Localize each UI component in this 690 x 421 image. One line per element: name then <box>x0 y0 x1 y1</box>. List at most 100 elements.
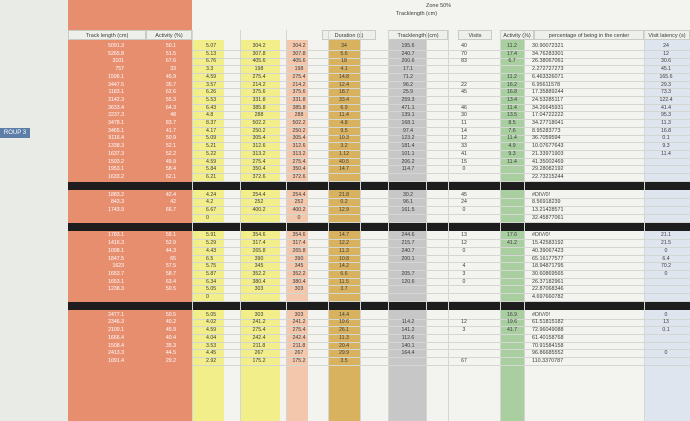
cell-visits[interactable]: 46 <box>452 105 476 111</box>
cell-pct-center[interactable]: 22.87068346 <box>532 286 602 292</box>
cell-c1[interactable]: 4.04 <box>206 335 234 341</box>
cell-duration[interactable]: 14.8 <box>330 74 358 80</box>
cell-c2[interactable]: 241.2 <box>244 319 274 325</box>
cell-c1[interactable]: 8.37 <box>206 120 234 126</box>
cell-visits[interactable]: 12 <box>452 240 476 246</box>
cell-activity[interactable]: 50.9 <box>124 135 176 141</box>
cell-duration[interactable]: 18 <box>330 58 358 64</box>
cell-c3[interactable]: 375.6 <box>286 89 312 95</box>
cell-activity[interactable]: 59.1 <box>124 232 176 238</box>
cell-c1[interactable]: 6.43 <box>206 105 234 111</box>
cell-latency[interactable]: 122.4 <box>648 97 684 103</box>
cell-activity[interactable]: 51.5 <box>124 51 176 57</box>
cell-c1[interactable]: 4.45 <box>206 350 234 356</box>
cell-pct-center[interactable]: 30.60869565 <box>532 271 602 277</box>
cell-c1[interactable]: 5.22 <box>206 151 234 157</box>
cell-c3[interactable]: 214.2 <box>286 82 312 88</box>
cell-activity[interactable]: 65 <box>124 256 176 262</box>
cell-pct-center[interactable]: 17.04722222 <box>532 112 602 118</box>
cell-activity[interactable]: 48 <box>124 112 176 118</box>
cell-visits[interactable]: 83 <box>452 58 476 64</box>
cell-visits[interactable]: 3 <box>452 327 476 333</box>
cell-c3[interactable]: 175.2 <box>286 358 312 364</box>
cell-activity2[interactable]: 9.3 <box>500 151 524 157</box>
cell-zone-track[interactable]: 96.1 <box>390 199 426 205</box>
cell-duration[interactable]: 33.4 <box>330 97 358 103</box>
cell-c2[interactable]: 350.4 <box>244 166 274 172</box>
cell-c2[interactable]: 352.2 <box>244 271 274 277</box>
cell-visits[interactable]: 22 <box>452 82 476 88</box>
cell-visits[interactable]: 45 <box>452 89 476 95</box>
cell-pct-center[interactable]: 61.51815182 <box>532 319 602 325</box>
cell-c3[interactable]: 350.4 <box>286 166 312 172</box>
cell-track-length[interactable]: 1596.1 <box>68 74 124 80</box>
cell-duration[interactable]: 6.9 <box>330 105 358 111</box>
cell-c1[interactable]: 3.53 <box>206 343 234 349</box>
cell-duration[interactable]: 19.6 <box>330 319 358 325</box>
cell-pct-center[interactable]: 30.90072321 <box>532 43 602 49</box>
cell-pct-center[interactable]: 34.26645931 <box>532 105 602 111</box>
cell-activity[interactable]: 50.5 <box>124 286 176 292</box>
header-zone-track[interactable]: Tracklength (cm) <box>388 30 448 40</box>
cell-visits[interactable]: 40 <box>452 43 476 49</box>
cell-c3[interactable]: 252 <box>286 199 312 205</box>
cell-pct-center[interactable]: 18.94871795 <box>532 263 602 269</box>
cell-c2[interactable]: 317.4 <box>244 240 274 246</box>
cell-track-length[interactable]: 1653.1 <box>68 279 124 285</box>
cell-activity[interactable]: 67.6 <box>124 58 176 64</box>
cell-c3[interactable]: 275.4 <box>286 74 312 80</box>
cell-activity2[interactable]: 13.4 <box>500 97 524 103</box>
header-visit-latency[interactable]: Visit latency (s) <box>644 30 690 40</box>
cell-c1[interactable]: 5.84 <box>206 166 234 172</box>
cell-c3[interactable]: 352.2 <box>286 271 312 277</box>
cell-latency[interactable]: 0 <box>648 312 684 318</box>
cell-track-length[interactable]: 1623 <box>68 263 124 269</box>
cell-c2[interactable]: 252 <box>244 199 274 205</box>
cell-activity2[interactable]: 19.6 <box>500 319 524 325</box>
cell-c3[interactable]: 312.6 <box>286 143 312 149</box>
cell-activity2[interactable]: 41.7 <box>500 327 524 333</box>
cell-track-length[interactable]: 1338.3 <box>68 143 124 149</box>
cell-zone-track[interactable]: 471.1 <box>390 105 426 111</box>
cell-c1[interactable]: 5.05 <box>206 286 234 292</box>
cell-activity[interactable]: 42.4 <box>124 192 176 198</box>
cell-activity[interactable]: 58.7 <box>124 271 176 277</box>
cell-pct-center[interactable]: 36.7059594 <box>532 135 602 141</box>
cell-latency[interactable]: 12 <box>648 51 684 57</box>
cell-c1[interactable]: 5.13 <box>206 51 234 57</box>
cell-latency[interactable]: 45.1 <box>648 66 684 72</box>
cell-duration[interactable]: 14.7 <box>330 166 358 172</box>
cell-zone-track[interactable]: 259.3 <box>390 97 426 103</box>
cell-track-length[interactable]: 1416.3 <box>68 240 124 246</box>
cell-c3[interactable]: 254.4 <box>286 192 312 198</box>
cell-zone-track[interactable]: 97.4 <box>390 128 426 134</box>
cell-pct-center[interactable]: 10.07677643 <box>532 143 602 149</box>
cell-pct-center[interactable]: 8.56918239 <box>532 199 602 205</box>
cell-c1[interactable]: 0 <box>206 215 234 221</box>
cell-pct-center[interactable]: 26.38067061 <box>532 58 602 64</box>
cell-track-length[interactable]: 843.3 <box>68 199 124 205</box>
cell-pct-center[interactable]: 40.39067423 <box>532 248 602 254</box>
cell-visits[interactable]: 3 <box>452 271 476 277</box>
cell-zone-track[interactable]: 120.6 <box>390 279 426 285</box>
cell-c3[interactable]: 305.4 <box>286 135 312 141</box>
cell-c1[interactable]: 3.57 <box>206 82 234 88</box>
cell-track-length[interactable]: 1633.2 <box>68 174 124 180</box>
header-pct-center[interactable]: percentage of being in the center <box>534 30 644 40</box>
cell-pct-center[interactable]: 6.95611578 <box>532 82 602 88</box>
cell-track-length[interactable]: 757 <box>68 66 124 72</box>
cell-track-length[interactable]: 1847.5 <box>68 256 124 262</box>
cell-c1[interactable]: 5.75 <box>206 263 234 269</box>
cell-activity[interactable]: 52.2 <box>124 151 176 157</box>
cell-activity[interactable]: 50.1 <box>124 43 176 49</box>
cell-activity[interactable]: 62.1 <box>124 174 176 180</box>
cell-activity[interactable]: 55.3 <box>124 97 176 103</box>
cell-track-length[interactable]: 2346.3 <box>68 319 124 325</box>
cell-c1[interactable]: 4.02 <box>206 319 234 325</box>
cell-c3[interactable]: 313.2 <box>286 151 312 157</box>
cell-c1[interactable]: 5.09 <box>206 135 234 141</box>
cell-zone-track[interactable]: 200.6 <box>390 58 426 64</box>
cell-track-length[interactable]: 1183.1 <box>68 89 124 95</box>
cell-pct-center[interactable]: 24.53285117 <box>532 97 602 103</box>
cell-latency[interactable]: 6.4 <box>648 256 684 262</box>
